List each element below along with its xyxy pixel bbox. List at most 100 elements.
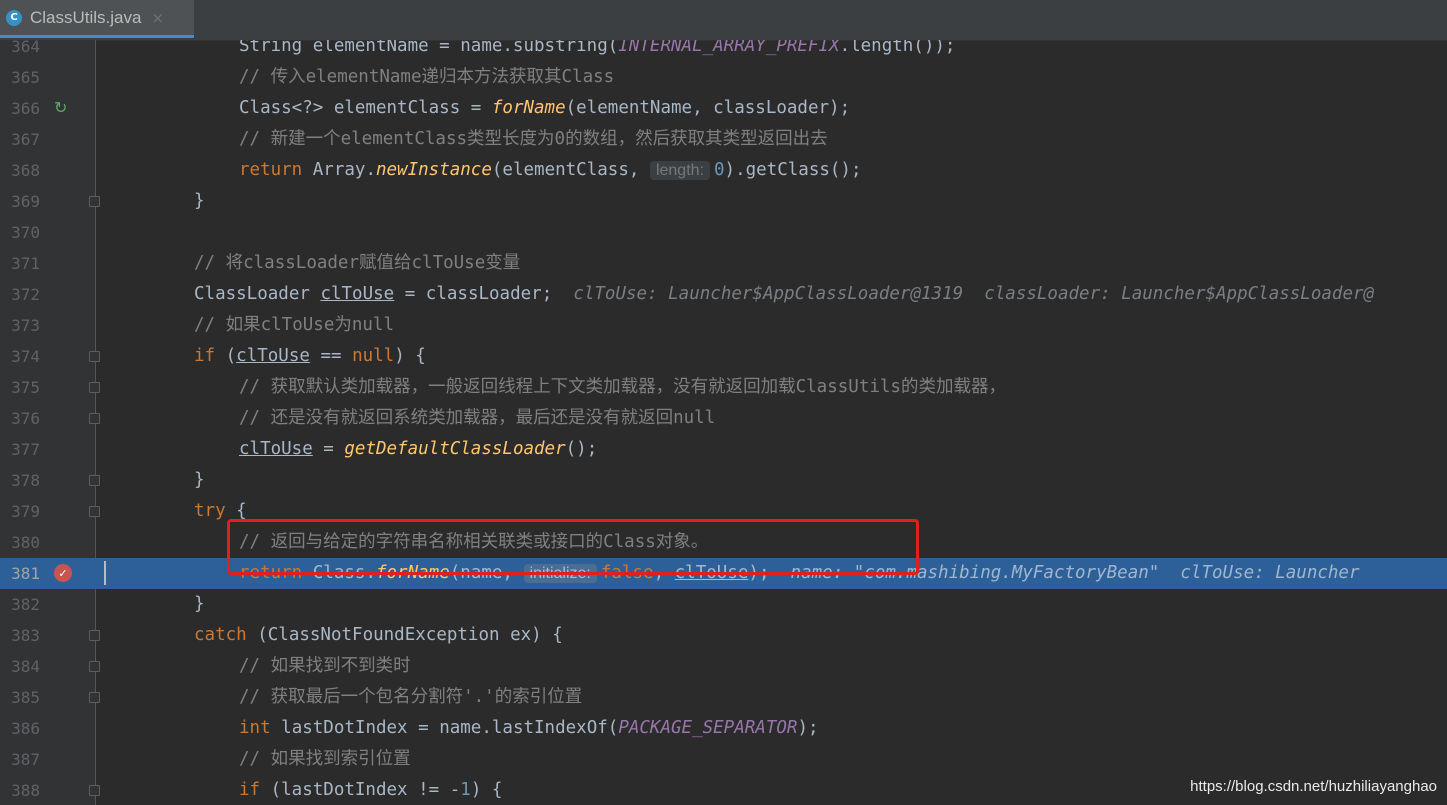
code-text: // 还是没有就返回系统类加载器，最后还是没有就返回null: [239, 403, 715, 434]
code-token: lastDotIndex = name.lastIndexOf(: [281, 718, 619, 738]
code-line[interactable]: 384 // 如果找到不到类时: [0, 651, 1447, 682]
fold-marker-icon[interactable]: [89, 661, 100, 672]
fold-marker-icon[interactable]: [89, 413, 100, 424]
line-number[interactable]: 365: [0, 62, 40, 93]
code-line[interactable]: 374 if (clToUse == null) {: [0, 341, 1447, 372]
code-token: return: [239, 160, 313, 180]
code-token: = classLoader;: [394, 284, 553, 304]
code-line[interactable]: 364 String elementName = name.substring(I…: [0, 40, 1447, 62]
line-number[interactable]: 383: [0, 620, 40, 651]
fold-marker-icon[interactable]: [89, 196, 100, 207]
code-text: // 如果找到不到类时: [239, 651, 411, 682]
code-text: clToUse = getDefaultClassLoader();: [239, 434, 597, 465]
line-number[interactable]: 381: [0, 558, 40, 589]
code-line[interactable]: 385 // 获取最后一个包名分割符'.'的索引位置: [0, 682, 1447, 713]
line-number[interactable]: 380: [0, 527, 40, 558]
code-line[interactable]: 368 return Array.newInstance(elementClass…: [0, 155, 1447, 186]
line-number[interactable]: 372: [0, 279, 40, 310]
fold-marker-icon[interactable]: [89, 475, 100, 486]
code-line[interactable]: 382}: [0, 589, 1447, 620]
code-token: PACKAGE_SEPARATOR: [618, 718, 798, 738]
code-token: if: [194, 346, 226, 366]
code-line[interactable]: 371 // 将classLoader赋值给clToUse变量: [0, 248, 1447, 279]
line-number[interactable]: 385: [0, 682, 40, 713]
line-number[interactable]: 378: [0, 465, 40, 496]
line-number[interactable]: 373: [0, 310, 40, 341]
debug-inline-value: clToUse: Launcher$AppClassLoader@1319 cl…: [552, 284, 1375, 304]
line-number[interactable]: 368: [0, 155, 40, 186]
code-token: =: [312, 439, 345, 459]
fold-marker-icon[interactable]: [89, 382, 100, 393]
code-line[interactable]: 372 ClassLoader clToUse = classLoader; cl…: [0, 279, 1447, 310]
line-number[interactable]: 376: [0, 403, 40, 434]
code-token: clToUse: [239, 439, 313, 459]
line-number[interactable]: 388: [0, 775, 40, 805]
line-number[interactable]: 369: [0, 186, 40, 217]
close-icon[interactable]: ×: [151, 9, 164, 27]
fold-marker-icon[interactable]: [89, 351, 100, 362]
line-number[interactable]: 375: [0, 372, 40, 403]
code-line[interactable]: 370: [0, 217, 1447, 248]
code-token: (lastDotIndex != -: [270, 780, 461, 800]
code-token: // 如果clToUse为null: [194, 315, 395, 335]
line-number[interactable]: 367: [0, 124, 40, 155]
line-number[interactable]: 371: [0, 248, 40, 279]
code-text: // 如果找到索引位置: [239, 744, 411, 775]
code-line[interactable]: 366 Class<?> elementClass = forName(eleme…: [0, 93, 1447, 124]
code-line[interactable]: 373 // 如果clToUse为null: [0, 310, 1447, 341]
fold-marker-icon[interactable]: [89, 692, 100, 703]
code-token: INTERNAL_ARRAY_PREFIX: [618, 40, 840, 56]
breakpoint-icon[interactable]: ✓: [54, 564, 72, 582]
text-caret: [104, 561, 106, 585]
code-line[interactable]: 365 // 传入elementName递归本方法获取其Class: [0, 62, 1447, 93]
line-number[interactable]: 387: [0, 744, 40, 775]
code-text: // 获取默认类加载器，一般返回线程上下文类加载器，没有就返回加载ClassUt…: [239, 372, 1006, 403]
java-class-icon: C: [6, 9, 22, 26]
code-line[interactable]: 387 // 如果找到索引位置: [0, 744, 1447, 775]
line-number[interactable]: 377: [0, 434, 40, 465]
code-token: // 如果找到索引位置: [239, 749, 411, 769]
code-line[interactable]: 383 catch (ClassNotFoundException ex) {: [0, 620, 1447, 651]
line-number[interactable]: 384: [0, 651, 40, 682]
line-number[interactable]: 364: [0, 40, 40, 62]
code-text: }: [194, 589, 205, 620]
code-token: forName: [491, 98, 566, 118]
code-editor[interactable]: 364 String elementName = name.substring(I…: [0, 40, 1447, 805]
code-line[interactable]: 377 clToUse = getDefaultClassLoader();: [0, 434, 1447, 465]
recursion-icon[interactable]: ↻: [54, 98, 67, 117]
code-line[interactable]: 375 // 获取默认类加载器，一般返回线程上下文类加载器，没有就返回加载Clas…: [0, 372, 1447, 403]
fold-marker-icon[interactable]: [89, 630, 100, 641]
code-token: (ClassNotFoundException ex) {: [257, 625, 563, 645]
code-text: Class<?> elementClass = forName(elementN…: [239, 93, 850, 124]
line-number[interactable]: 374: [0, 341, 40, 372]
tab-classutils-java[interactable]: C ClassUtils.java ×: [0, 0, 194, 38]
fold-marker-icon[interactable]: [89, 785, 100, 796]
line-number[interactable]: 382: [0, 589, 40, 620]
code-token: clToUse: [320, 284, 395, 304]
code-line[interactable]: 369}: [0, 186, 1447, 217]
code-token: ();: [565, 439, 598, 459]
line-number[interactable]: 370: [0, 217, 40, 248]
code-token: .length());: [839, 40, 956, 56]
code-token: 0: [713, 160, 725, 180]
code-line[interactable]: 376 // 还是没有就返回系统类加载器，最后还是没有就返回null: [0, 403, 1447, 434]
code-text: // 传入elementName递归本方法获取其Class: [239, 62, 614, 93]
code-text: }: [194, 186, 205, 217]
code-line[interactable]: 386 int lastDotIndex = name.lastIndexOf(P…: [0, 713, 1447, 744]
code-token: String elementName = name.substring(: [239, 40, 619, 56]
code-text: // 如果clToUse为null: [194, 310, 394, 341]
code-token: // 新建一个elementClass类型长度为0的数组，然后获取其类型返回出去: [239, 129, 828, 149]
code-line[interactable]: 367 // 新建一个elementClass类型长度为0的数组，然后获取其类型返…: [0, 124, 1447, 155]
code-token: (: [225, 346, 237, 366]
code-token: clToUse: [236, 346, 310, 366]
code-text: // 将classLoader赋值给clToUse变量: [194, 248, 520, 279]
line-number[interactable]: 366: [0, 93, 40, 124]
parameter-hint: length:: [649, 161, 710, 180]
line-number[interactable]: 379: [0, 496, 40, 527]
highlight-annotation-box: [227, 519, 919, 575]
code-text: catch (ClassNotFoundException ex) {: [194, 620, 563, 651]
code-line[interactable]: 378}: [0, 465, 1447, 496]
code-token: 1: [460, 780, 471, 800]
line-number[interactable]: 386: [0, 713, 40, 744]
fold-marker-icon[interactable]: [89, 506, 100, 517]
